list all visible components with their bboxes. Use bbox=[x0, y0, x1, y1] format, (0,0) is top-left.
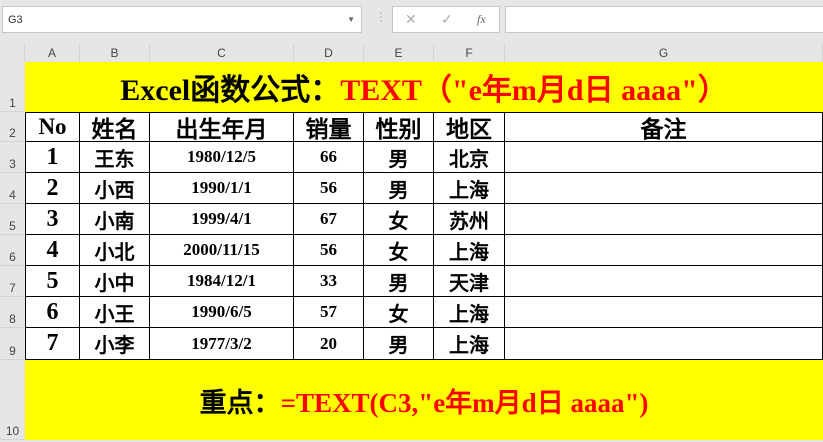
row-header-6[interactable]: 6 bbox=[0, 235, 25, 266]
table-cell[interactable] bbox=[505, 235, 823, 266]
table-cell[interactable]: 57 bbox=[294, 297, 364, 328]
enter-icon[interactable]: ✓ bbox=[441, 11, 453, 28]
table-cell[interactable]: 女 bbox=[364, 235, 434, 266]
table-cell[interactable]: 天津 bbox=[434, 266, 505, 297]
table-cell[interactable]: 小王 bbox=[80, 297, 150, 328]
table-cell[interactable]: 33 bbox=[294, 266, 364, 297]
column-header-C[interactable]: C bbox=[150, 44, 294, 62]
table-cell[interactable] bbox=[505, 173, 823, 204]
header-cell[interactable]: 性别 bbox=[364, 112, 434, 142]
table-cell[interactable]: 女 bbox=[364, 297, 434, 328]
header-cell[interactable]: 备注 bbox=[505, 112, 823, 142]
table-cell[interactable]: 上海 bbox=[434, 173, 505, 204]
table-cell[interactable]: 1990/1/1 bbox=[150, 173, 294, 204]
table-cell[interactable]: 1 bbox=[25, 142, 80, 173]
table-cell[interactable]: 小北 bbox=[80, 235, 150, 266]
table-cell[interactable]: 56 bbox=[294, 173, 364, 204]
footer-cell[interactable]: 重点： =TEXT(C3,"e年m月d日 aaaa") bbox=[25, 360, 823, 440]
table-cell[interactable]: 上海 bbox=[434, 235, 505, 266]
row-header-5[interactable]: 5 bbox=[0, 204, 25, 235]
table-cell[interactable]: 苏州 bbox=[434, 204, 505, 235]
row-header-3[interactable]: 3 bbox=[0, 142, 25, 173]
table-cell[interactable]: 6 bbox=[25, 297, 80, 328]
table-cell[interactable] bbox=[505, 204, 823, 235]
table-cell[interactable]: 上海 bbox=[434, 297, 505, 328]
row-header-10[interactable]: 10 bbox=[0, 360, 25, 440]
table-cell[interactable]: 2000/11/15 bbox=[150, 235, 294, 266]
table-cell[interactable]: 北京 bbox=[434, 142, 505, 173]
table-cell[interactable]: 男 bbox=[364, 173, 434, 204]
table-cell[interactable]: 56 bbox=[294, 235, 364, 266]
title-cell[interactable]: Excel函数公式： TEXT（"e年m月d日 aaaa"） bbox=[25, 62, 823, 112]
table-cell[interactable]: 王东 bbox=[80, 142, 150, 173]
column-header-E[interactable]: E bbox=[364, 44, 434, 62]
header-cell[interactable]: No bbox=[25, 112, 80, 142]
table-cell[interactable] bbox=[505, 297, 823, 328]
formula-input[interactable] bbox=[505, 6, 823, 33]
row-header-7[interactable]: 7 bbox=[0, 266, 25, 297]
cancel-icon[interactable]: ✕ bbox=[405, 11, 417, 28]
row-header-1[interactable]: 1 bbox=[0, 62, 25, 112]
formula-buttons: ✕ ✓ fx bbox=[392, 6, 500, 33]
column-header-F[interactable]: F bbox=[434, 44, 505, 62]
table-cell[interactable]: 小西 bbox=[80, 173, 150, 204]
table-cell[interactable]: 女 bbox=[364, 204, 434, 235]
table-cell[interactable]: 66 bbox=[294, 142, 364, 173]
table-cell[interactable]: 上海 bbox=[434, 328, 505, 360]
row-header-2[interactable]: 2 bbox=[0, 112, 25, 142]
table-cell[interactable] bbox=[505, 266, 823, 297]
table-cell[interactable]: 男 bbox=[364, 328, 434, 360]
header-cell[interactable]: 出生年月 bbox=[150, 112, 294, 142]
table-cell[interactable]: 小南 bbox=[80, 204, 150, 235]
row-header-8[interactable]: 8 bbox=[0, 297, 25, 328]
table-cell[interactable]: 1980/12/5 bbox=[150, 142, 294, 173]
table-cell[interactable]: 1990/6/5 bbox=[150, 297, 294, 328]
column-header-B[interactable]: B bbox=[80, 44, 150, 62]
chevron-down-icon[interactable]: ▼ bbox=[347, 15, 355, 24]
table-cell[interactable] bbox=[505, 328, 823, 360]
table-cell[interactable]: 1984/12/1 bbox=[150, 266, 294, 297]
table-cell[interactable]: 男 bbox=[364, 142, 434, 173]
table-cell[interactable]: 2 bbox=[25, 173, 80, 204]
table-cell[interactable] bbox=[505, 142, 823, 173]
table-cell[interactable]: 小中 bbox=[80, 266, 150, 297]
table-cell[interactable]: 7 bbox=[25, 328, 80, 360]
footer-cell-formula: =TEXT(C3,"e年m月d日 aaaa") bbox=[280, 387, 649, 418]
table-cell[interactable]: 男 bbox=[364, 266, 434, 297]
table-cell[interactable]: 67 bbox=[294, 204, 364, 235]
column-header-A[interactable]: A bbox=[25, 44, 80, 62]
drag-handle-icon[interactable]: ⋮ bbox=[375, 10, 387, 24]
name-box-value: G3 bbox=[8, 14, 23, 26]
table-cell[interactable]: 1977/3/2 bbox=[150, 328, 294, 360]
table-cell[interactable]: 1999/4/1 bbox=[150, 204, 294, 235]
select-all-corner[interactable] bbox=[0, 44, 25, 62]
name-box[interactable]: G3 ▼ bbox=[2, 6, 362, 33]
table-cell[interactable]: 3 bbox=[25, 204, 80, 235]
table-cell[interactable]: 5 bbox=[25, 266, 80, 297]
footer-cell-text: 重点： bbox=[199, 387, 281, 418]
header-cell[interactable]: 销量 bbox=[294, 112, 364, 142]
title-cell-formula: TEXT（"e年m月d日 aaaa"） bbox=[340, 74, 728, 107]
title-cell-text: Excel函数公式： bbox=[120, 74, 341, 107]
column-header-G[interactable]: G bbox=[505, 44, 823, 62]
table-cell[interactable]: 小李 bbox=[80, 328, 150, 360]
column-header-D[interactable]: D bbox=[294, 44, 364, 62]
table-cell[interactable]: 4 bbox=[25, 235, 80, 266]
header-cell[interactable]: 地区 bbox=[434, 112, 505, 142]
insert-function-icon[interactable]: fx bbox=[477, 12, 486, 27]
row-header-9[interactable]: 9 bbox=[0, 328, 25, 360]
header-cell[interactable]: 姓名 bbox=[80, 112, 150, 142]
table-cell[interactable]: 20 bbox=[294, 328, 364, 360]
row-header-4[interactable]: 4 bbox=[0, 173, 25, 204]
